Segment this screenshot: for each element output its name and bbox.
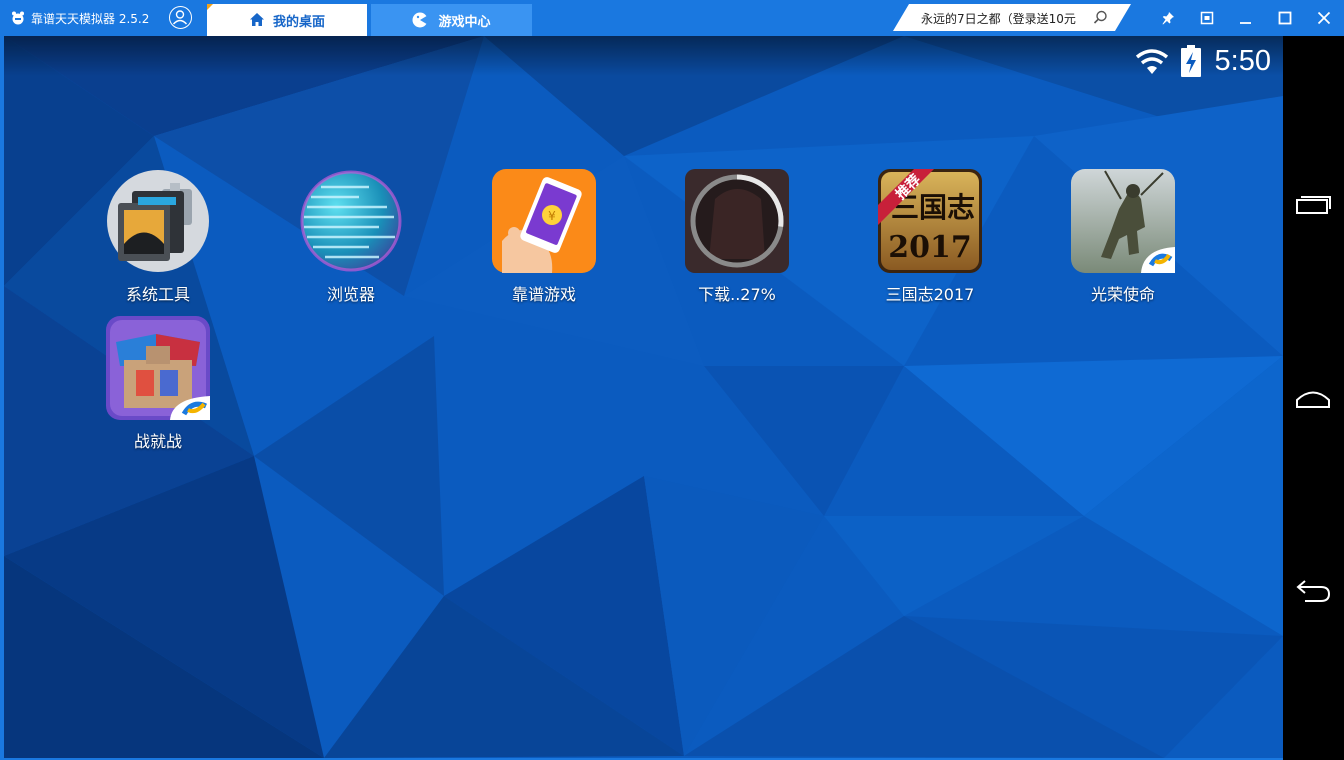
maximize-icon xyxy=(1278,11,1292,25)
tab-game-center[interactable]: 游戏中心 xyxy=(371,4,532,36)
back-icon xyxy=(1296,580,1331,602)
app-browser[interactable]: 浏览器 xyxy=(276,169,426,305)
minimize-icon xyxy=(1240,22,1251,24)
kaopu-games-icon: ¥ xyxy=(492,169,596,273)
app-title: 靠谱天天模拟器 2.5.2 xyxy=(31,11,150,26)
zhanjiuzhan-icon xyxy=(106,316,210,420)
app-downloading[interactable]: 下载..27% xyxy=(662,169,812,305)
app-label: 下载..27% xyxy=(698,285,776,304)
user-account-icon[interactable] xyxy=(169,6,192,29)
home-nav-icon xyxy=(1296,391,1330,408)
window-left-border xyxy=(0,36,4,760)
android-nav-bar xyxy=(1283,36,1344,760)
downloading-app-icon xyxy=(685,169,789,273)
close-icon xyxy=(1317,11,1331,25)
svg-text:¥: ¥ xyxy=(548,209,556,223)
tab-my-desktop[interactable]: 我的桌面 xyxy=(207,4,367,36)
app-label: 浏览器 xyxy=(326,285,375,304)
search-icon[interactable] xyxy=(1093,10,1108,25)
restore-window-icon xyxy=(1200,11,1214,25)
tab-my-desktop-label: 我的桌面 xyxy=(272,14,325,30)
promo-text: 永远的7日之都（登录送10元 xyxy=(921,12,1076,26)
app-kaopu-games[interactable]: ¥ 靠谱游戏 xyxy=(469,169,619,305)
app-label: 系统工具 xyxy=(125,285,190,304)
guangrong-shiming-icon xyxy=(1071,169,1175,273)
close-button[interactable] xyxy=(1315,9,1333,27)
pin-button[interactable] xyxy=(1159,9,1177,27)
app-sanguozhi-2017[interactable]: 三国志 2017 推荐 三国志2017 xyxy=(855,169,1005,305)
browser-globe-icon xyxy=(299,169,403,273)
home-icon xyxy=(249,13,264,26)
title-bar: 靠谱天天模拟器 2.5.2 我的桌面 游戏中心 永远的7日之都（登录送10元 xyxy=(0,0,1344,36)
gamepad-icon xyxy=(412,12,428,28)
app-label: 光荣使命 xyxy=(1090,285,1155,304)
status-clock: 5:50 xyxy=(1214,44,1271,77)
restore-window-button[interactable] xyxy=(1198,9,1216,27)
sanguozhi-2017-icon: 三国志 2017 推荐 xyxy=(878,169,982,273)
battery-charging-icon xyxy=(1180,45,1201,77)
app-zhanjiuzhan[interactable]: 战就战 xyxy=(83,316,233,452)
maximize-button[interactable] xyxy=(1276,9,1294,27)
app-brand: 靠谱天天模拟器 2.5.2 xyxy=(10,9,149,27)
system-tools-icon xyxy=(106,169,210,273)
app-system-tools[interactable]: 系统工具 xyxy=(83,169,233,305)
tab-corner-marker xyxy=(207,4,213,10)
minimize-button[interactable] xyxy=(1237,9,1255,27)
promo-banner[interactable]: 永远的7日之都（登录送10元 xyxy=(893,4,1131,31)
android-home-screen[interactable]: 5:50 系统工具 浏览器 ¥ 靠谱游戏 下载..27% 三国志 2017 推荐… xyxy=(4,36,1283,758)
app-label: 三国志2017 xyxy=(885,285,975,304)
app-logo-icon xyxy=(12,11,24,25)
wifi-icon xyxy=(1135,49,1168,74)
pin-icon xyxy=(1162,12,1174,25)
status-bar: 5:50 xyxy=(1133,44,1271,78)
recent-apps-icon xyxy=(1296,196,1331,214)
app-label: 战就战 xyxy=(133,432,182,451)
icon-year-text: 2017 xyxy=(888,230,972,265)
app-label: 靠谱游戏 xyxy=(511,285,576,304)
tab-game-center-label: 游戏中心 xyxy=(438,14,491,30)
recent-apps-button[interactable] xyxy=(1293,189,1333,219)
home-nav-button[interactable] xyxy=(1293,383,1333,413)
app-guangrong-shiming[interactable]: 光荣使命 xyxy=(1048,169,1198,305)
back-button[interactable] xyxy=(1293,577,1333,607)
